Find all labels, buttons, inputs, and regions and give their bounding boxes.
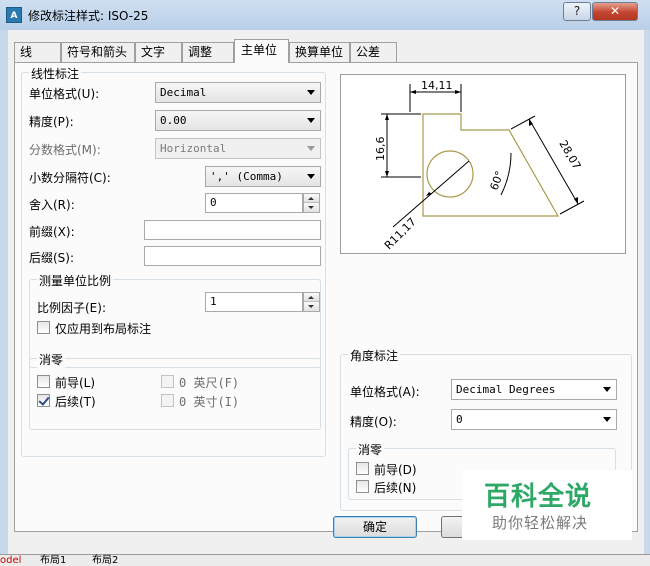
tab-tolerances[interactable]: 公差 <box>350 42 397 62</box>
dialog-title: 修改标注样式: ISO-25 <box>28 9 149 23</box>
part-hole <box>426 150 474 198</box>
decimal-separator-label: 小数分隔符(C): <box>29 171 111 185</box>
angular-leading-zero-label: 前导(D) <box>374 463 417 477</box>
zero-linear-title: 消零 <box>37 351 66 368</box>
unit-format-label: 单位格式(U): <box>29 87 100 101</box>
zero-inches-label: 0 英寸(I) <box>179 395 240 409</box>
layout-only-label: 仅应用到布局标注 <box>55 322 152 336</box>
tab-symbols-arrows[interactable]: 符号和箭头 <box>61 42 135 62</box>
scale-factor-label: 比例因子(E): <box>37 301 106 315</box>
tab-primary-units[interactable]: 主单位 <box>234 39 289 63</box>
suffix-input[interactable] <box>144 246 321 266</box>
angular-unit-format-value: Decimal Degrees <box>456 383 556 396</box>
trailing-zero-label: 后续(T) <box>55 395 96 409</box>
dim-left-text: 16,6 <box>374 137 387 162</box>
round-off-input[interactable]: 0 <box>205 193 303 213</box>
fraction-format-label: 分数格式(M): <box>29 143 101 157</box>
angular-precision-label: 精度(O): <box>350 415 397 429</box>
chevron-down-icon <box>307 146 315 151</box>
zero-inches-checkbox <box>161 394 174 407</box>
zero-feet-label: 0 英尺(F) <box>179 376 240 390</box>
arrowhead-top-left <box>410 90 416 94</box>
spin-up-icon[interactable] <box>304 194 319 203</box>
spin-up-icon[interactable] <box>304 293 319 302</box>
angular-unit-format-label: 单位格式(A): <box>350 385 420 399</box>
chevron-down-icon <box>603 387 611 392</box>
angular-trailing-zero-checkbox[interactable] <box>356 480 369 493</box>
chevron-down-icon <box>307 174 315 179</box>
precision-select[interactable]: 0.00 <box>155 110 321 131</box>
trailing-zero-checkbox[interactable] <box>37 394 50 407</box>
fraction-format-value: Horizontal <box>160 142 227 155</box>
angular-group-title: 角度标注 <box>348 347 401 364</box>
angular-unit-format-select[interactable]: Decimal Degrees <box>451 379 617 400</box>
angular-trailing-zero-label: 后续(N) <box>374 481 417 495</box>
tab-fit[interactable]: 调整 <box>182 42 234 62</box>
dim-right-text: 28,07 <box>556 138 583 172</box>
title-bar[interactable]: A 修改标注样式: ISO-25 ? ✕ <box>0 0 650 30</box>
angular-leading-zero-checkbox[interactable] <box>356 462 369 475</box>
dimension-preview: 14,11 16,6 28,07 60° R11,17 <box>340 74 626 254</box>
layout-only-checkbox[interactable] <box>37 321 50 334</box>
spin-down-icon[interactable] <box>304 302 319 311</box>
prefix-input[interactable] <box>144 220 321 240</box>
ok-button[interactable]: 确定 <box>333 516 417 538</box>
tab-lines[interactable]: 线 <box>14 42 61 62</box>
help-button[interactable]: ? <box>563 2 591 21</box>
round-off-spinner[interactable] <box>303 193 320 213</box>
dim-right-ext-bottom <box>559 200 585 215</box>
scale-factor-spinner[interactable] <box>303 292 320 312</box>
prefix-label: 前缀(X): <box>29 225 75 239</box>
chevron-down-icon <box>307 90 315 95</box>
layout-tab-2[interactable]: 布局2 <box>92 555 118 566</box>
layout-tabs-strip: odel 布局1 布局2 <box>0 554 650 566</box>
scale-factor-input[interactable]: 1 <box>205 292 303 312</box>
preview-drawing: 14,11 16,6 28,07 60° R11,17 <box>374 79 585 252</box>
watermark-subtitle: 助你轻松解决 <box>492 514 589 532</box>
dialog-window: A 修改标注样式: ISO-25 ? ✕ 线 符号和箭头 文字 调整 主单位 换… <box>0 0 650 566</box>
precision-value: 0.00 <box>160 114 187 127</box>
decimal-separator-value: ',' (Comma) <box>210 170 283 183</box>
scale-group-title: 测量单位比例 <box>37 272 114 289</box>
chevron-down-icon <box>307 118 315 123</box>
dim-top-text: 14,11 <box>421 79 453 92</box>
arrowhead-left-top <box>385 114 389 120</box>
close-button[interactable]: ✕ <box>592 2 638 21</box>
suffix-label: 后缀(S): <box>29 251 75 265</box>
arrowhead-top-right <box>455 90 461 94</box>
layout-tab-1[interactable]: 布局1 <box>40 555 66 566</box>
decimal-separator-select[interactable]: ',' (Comma) <box>205 166 321 187</box>
chevron-down-icon <box>603 417 611 422</box>
round-off-label: 舍入(R): <box>29 198 75 212</box>
unit-format-select[interactable]: Decimal <box>155 82 321 103</box>
zero-angular-title: 消零 <box>356 441 385 458</box>
leading-zero-checkbox[interactable] <box>37 375 50 388</box>
leading-zero-label: 前导(L) <box>55 376 96 390</box>
watermark-logo: 百科全说 助你轻松解决 <box>462 470 632 540</box>
linear-group-title: 线性标注 <box>29 65 82 82</box>
spin-down-icon[interactable] <box>304 203 319 212</box>
zero-feet-checkbox <box>161 375 174 388</box>
angular-precision-select[interactable]: 0 <box>451 409 617 430</box>
tab-alternate-units[interactable]: 换算单位 <box>289 42 350 62</box>
arrowhead-left-bottom <box>385 171 389 177</box>
angular-precision-value: 0 <box>456 413 463 426</box>
tab-panel-primary-units: 线性标注 单位格式(U): Decimal 精度(P): 0.00 分数格式(M… <box>14 62 638 532</box>
fraction-format-select: Horizontal <box>155 138 321 159</box>
part-outline <box>422 113 560 217</box>
autocad-app-icon: A <box>6 7 22 23</box>
watermark-title: 百科全说 <box>484 482 593 512</box>
tab-text[interactable]: 文字 <box>135 42 182 62</box>
precision-label: 精度(P): <box>29 115 74 129</box>
layout-tab-model[interactable]: odel <box>0 555 21 566</box>
unit-format-value: Decimal <box>160 86 207 99</box>
